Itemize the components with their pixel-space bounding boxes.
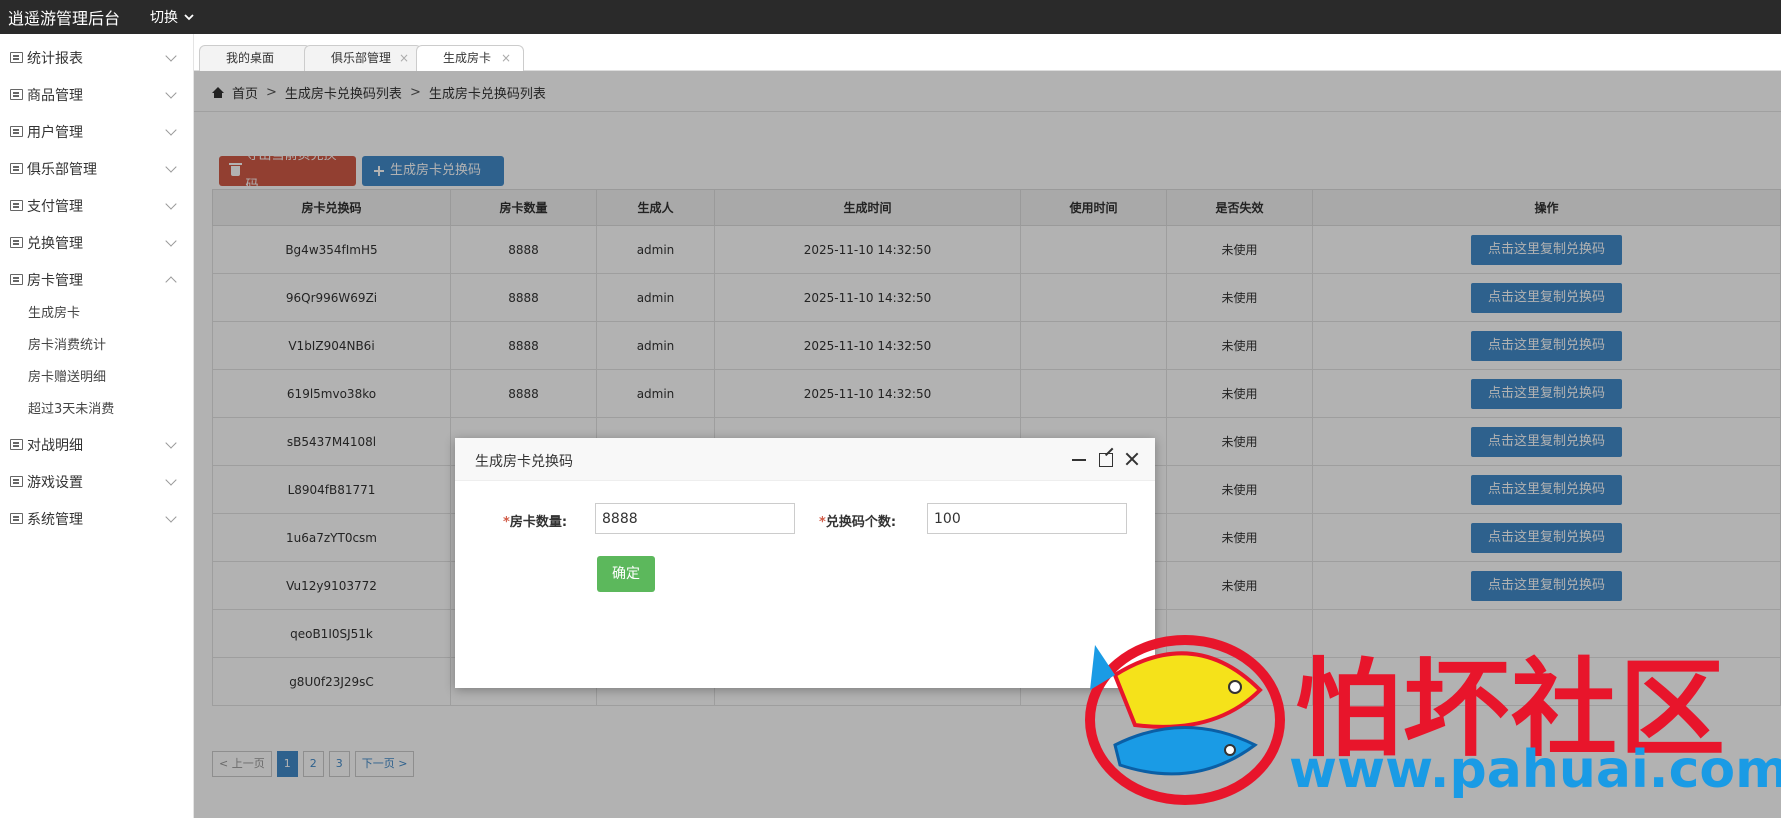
tab-generate-card[interactable]: 生成房卡 ×: [416, 45, 524, 72]
confirm-button[interactable]: 确定: [597, 556, 655, 592]
sidebar-item-label: 对战明细: [27, 437, 83, 454]
minimize-icon[interactable]: [1070, 450, 1088, 468]
sidebar-item-payment[interactable]: 支付管理: [0, 187, 193, 224]
fish-logo: [1085, 635, 1285, 805]
dialog-header: 生成房卡兑换码: [455, 438, 1155, 481]
lock-icon: [10, 513, 23, 524]
tab-label: 俱乐部管理: [331, 51, 392, 65]
submenu-item-consumption[interactable]: 房卡消费统计: [0, 330, 193, 362]
sidebar-item-label: 兑换管理: [27, 235, 83, 252]
chevron-down-icon: [165, 511, 177, 523]
sidebar-item-label: 房卡管理: [27, 272, 83, 289]
sidebar-item-roomcard[interactable]: 房卡管理: [0, 261, 193, 298]
code-count-label-text: 兑换码个数:: [825, 515, 897, 530]
list-icon: [10, 200, 23, 211]
card-qty-input[interactable]: [595, 503, 795, 534]
tab-bar: 我的桌面 俱乐部管理 × 生成房卡 ×: [194, 34, 1781, 72]
close-icon[interactable]: ×: [501, 46, 511, 70]
picture-icon: [10, 476, 23, 487]
chevron-down-icon: [165, 87, 177, 99]
required-mark: *: [503, 515, 510, 530]
watermark-url: www.pahuai.com: [1289, 740, 1781, 800]
tab-label: 我的桌面: [226, 51, 275, 65]
list-icon: [10, 126, 23, 137]
tab-desktop[interactable]: 我的桌面: [199, 45, 311, 71]
tab-club[interactable]: 俱乐部管理 ×: [304, 45, 422, 71]
sidebar-item-exchange[interactable]: 兑换管理: [0, 224, 193, 261]
roomcard-submenu: 生成房卡 房卡消费统计 房卡赠送明细 超过3天未消费: [0, 298, 193, 426]
sidebar-item-label: 用户管理: [27, 124, 83, 141]
chevron-down-icon: [165, 235, 177, 247]
chevron-down-icon: [165, 161, 177, 173]
sidebar-item-label: 游戏设置: [27, 474, 83, 491]
sidebar-item-battle[interactable]: 对战明细: [0, 426, 193, 463]
chevron-down-icon: [165, 198, 177, 210]
sidebar-item-stats[interactable]: 统计报表: [0, 39, 193, 76]
close-icon[interactable]: ×: [399, 46, 409, 70]
chevron-down-icon: [165, 50, 177, 62]
sidebar-item-club[interactable]: 俱乐部管理: [0, 150, 193, 187]
card-qty-label-text: 房卡数量:: [509, 515, 568, 530]
chevron-down-icon: [165, 474, 177, 486]
list-icon: [10, 89, 23, 100]
sidebar-item-label: 商品管理: [27, 87, 83, 104]
chevron-down-icon: [165, 437, 177, 449]
switch-dropdown[interactable]: 切换: [150, 7, 194, 27]
switch-label: 切换: [150, 10, 178, 26]
chevron-up-icon: [165, 276, 177, 288]
list-icon: [10, 52, 23, 63]
required-mark: *: [819, 515, 826, 530]
chevron-down-icon: [165, 124, 177, 136]
sidebar-item-label: 统计报表: [27, 50, 83, 67]
tab-label: 生成房卡: [443, 51, 492, 65]
card-qty-label: *房卡数量:: [503, 511, 567, 530]
code-count-label: *兑换码个数:: [819, 511, 896, 530]
sidebar-item-label: 支付管理: [27, 198, 83, 215]
top-bar: 逍遥游管理后台 切换: [0, 0, 1781, 34]
sidebar-item-users[interactable]: 用户管理: [0, 113, 193, 150]
submenu-item-gift[interactable]: 房卡赠送明细: [0, 362, 193, 394]
sidebar: 统计报表 商品管理 用户管理 俱乐部管理 支付管理 兑换管理 房卡管理 生成房卡…: [0, 34, 194, 818]
watermark: 怕坏社区 www.pahuai.com: [1075, 615, 1781, 818]
list-icon: [10, 439, 23, 450]
list-icon: [10, 237, 23, 248]
sidebar-item-system[interactable]: 系统管理: [0, 500, 193, 537]
code-count-input[interactable]: [927, 503, 1127, 534]
submenu-item-generate[interactable]: 生成房卡: [0, 298, 193, 330]
sidebar-item-label: 俱乐部管理: [27, 161, 97, 178]
chevron-down-icon: [184, 14, 194, 21]
sidebar-item-goods[interactable]: 商品管理: [0, 76, 193, 113]
card-icon: [10, 274, 23, 285]
maximize-icon[interactable]: [1097, 450, 1115, 468]
submenu-item-inactive[interactable]: 超过3天未消费: [0, 394, 193, 426]
generate-code-dialog: 生成房卡兑换码 *房卡数量: *兑换码个数: 确定: [455, 438, 1155, 688]
list-icon: [10, 163, 23, 174]
app-title: 逍遥游管理后台: [8, 9, 121, 28]
sidebar-item-game-settings[interactable]: 游戏设置: [0, 463, 193, 500]
sidebar-item-label: 系统管理: [27, 511, 83, 528]
dialog-title: 生成房卡兑换码: [475, 454, 573, 470]
close-icon[interactable]: [1123, 450, 1141, 468]
